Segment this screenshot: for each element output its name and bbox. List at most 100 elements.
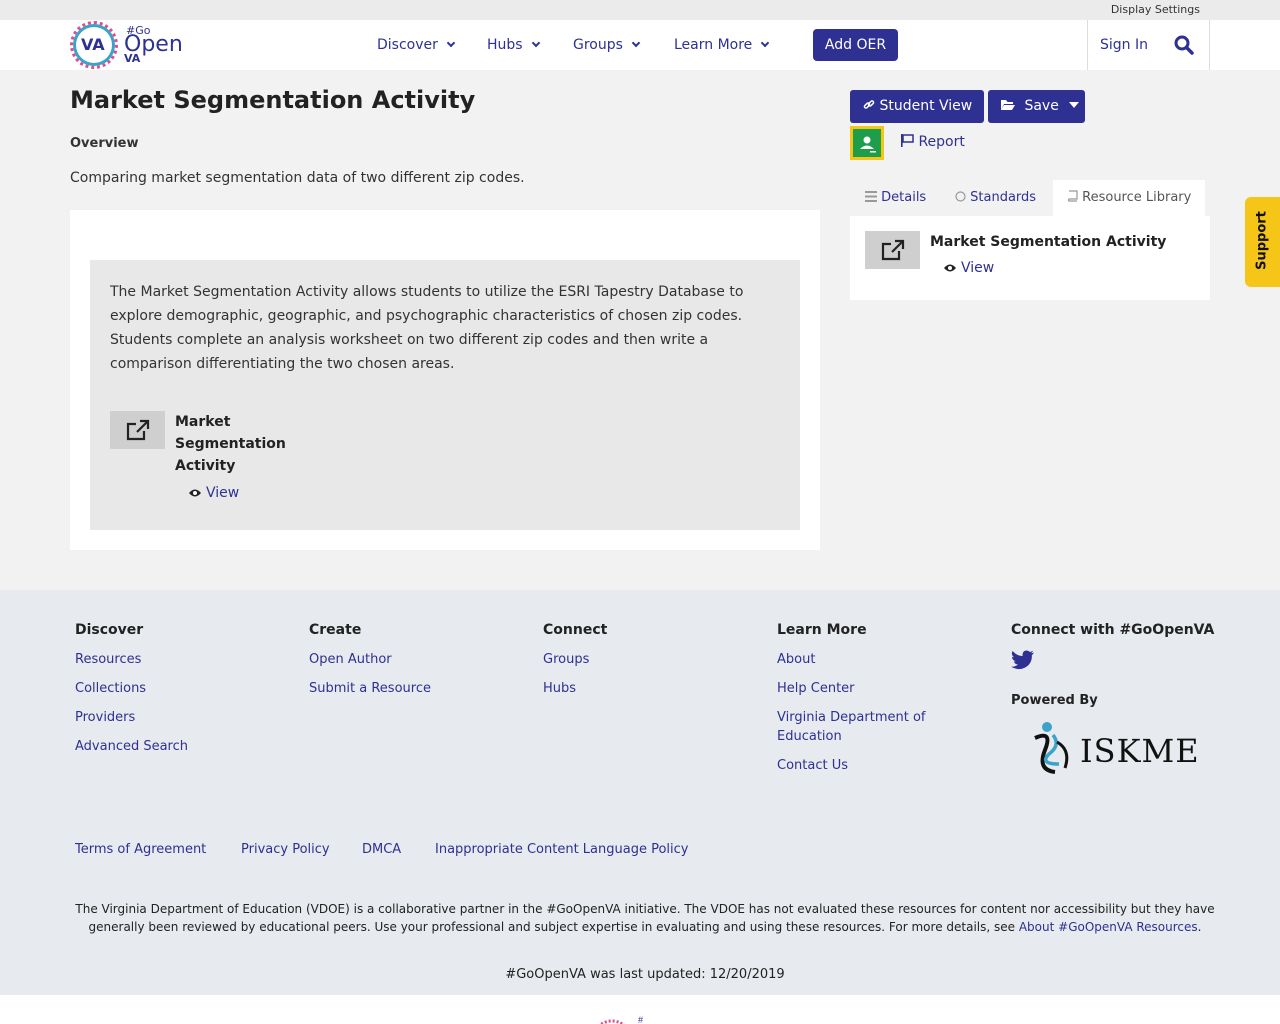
chevron-down-icon [446, 38, 456, 48]
external-link-button[interactable] [110, 411, 165, 449]
footer-col-discover: Discover Resources Collections Providers… [75, 622, 188, 766]
footer-heading: Learn More [777, 622, 867, 638]
resource-title[interactable]: Market Segmentation Activity [175, 411, 295, 477]
footer-logo-icon: # [598, 1015, 643, 1024]
footer-col-connect: Connect Groups Hubs [543, 622, 607, 708]
nav-learn-more[interactable]: Learn More [674, 37, 770, 53]
tab-standards[interactable]: Standards [955, 180, 1036, 216]
footer-link-submit-resource[interactable]: Submit a Resource [309, 679, 431, 698]
overview-text: Comparing market segmentation data of tw… [70, 170, 525, 186]
site-footer: Discover Resources Collections Providers… [0, 590, 1280, 995]
top-utility-bar: Display Settings [0, 0, 1280, 20]
legal-link-terms[interactable]: Terms of Agreement [75, 842, 206, 857]
tab-standards-label: Standards [970, 190, 1037, 205]
student-view-label: Student View [879, 98, 973, 114]
google-classroom-icon [853, 129, 881, 157]
resource-description-box: The Market Segmentation Activity allows … [90, 260, 800, 530]
resource-content-card: The Market Segmentation Activity allows … [70, 210, 820, 550]
about-resources-link[interactable]: About #GoOpenVA Resources [1019, 920, 1198, 934]
page-title: Market Segmentation Activity [70, 86, 476, 114]
tab-details-label: Details [881, 190, 927, 205]
view-link[interactable]: View [188, 485, 239, 501]
footer-heading: Connect [543, 622, 608, 638]
site-header: VA #Go Open VA Discover Hubs Groups Lear… [0, 20, 1280, 70]
vdoe-disclaimer: The Virginia Department of Education (VD… [75, 900, 1215, 936]
header-divider [1209, 20, 1210, 70]
logo-va-small-text: VA [124, 52, 141, 65]
resource-description: The Market Segmentation Activity allows … [110, 284, 744, 372]
list-icon [865, 191, 877, 202]
iskme-logo[interactable]: ISKME [1025, 720, 1200, 780]
nav-hubs[interactable]: Hubs [487, 37, 540, 53]
nav-discover-label: Discover [377, 37, 438, 53]
footer-link-contact-us[interactable]: Contact Us [777, 756, 947, 775]
nav-groups[interactable]: Groups [573, 37, 641, 53]
footer-col-social: Connect with #GoOpenVA [1011, 622, 1214, 674]
overview-heading: Overview [70, 136, 139, 151]
footer-link-hubs[interactable]: Hubs [543, 679, 607, 698]
student-view-button[interactable]: Student View [850, 90, 984, 123]
external-link-icon [126, 419, 150, 441]
header-divider [1087, 20, 1088, 70]
resource-title[interactable]: Market Segmentation Activity [930, 231, 1200, 253]
view-label: View [206, 485, 240, 501]
footer-link-resources[interactable]: Resources [75, 650, 188, 669]
save-label: Save [1024, 98, 1059, 114]
footer-link-vdoe[interactable]: Virginia Department of Education [777, 708, 947, 746]
nav-learn-more-label: Learn More [674, 37, 753, 53]
footer-link-open-author[interactable]: Open Author [309, 650, 431, 669]
report-link[interactable]: Report [900, 134, 965, 150]
support-tab[interactable]: Support [1245, 197, 1280, 287]
footer-heading: Connect with #GoOpenVA [1011, 622, 1215, 638]
footer-link-groups[interactable]: Groups [543, 650, 607, 669]
circle-icon [955, 191, 966, 202]
footer-link-providers[interactable]: Providers [75, 708, 188, 727]
legal-link-privacy[interactable]: Privacy Policy [241, 842, 330, 857]
flag-icon [901, 134, 914, 147]
link-icon [863, 100, 875, 109]
book-icon [1067, 190, 1078, 202]
sign-in-link[interactable]: Sign In [1100, 37, 1148, 53]
iskme-wordmark: ISKME [1080, 732, 1200, 770]
legal-link-dmca[interactable]: DMCA [362, 842, 401, 857]
tab-details[interactable]: Details [865, 180, 926, 216]
caret-down-icon [1069, 102, 1080, 108]
footer-link-advanced-search[interactable]: Advanced Search [75, 737, 188, 756]
twitter-icon[interactable] [1011, 650, 1035, 670]
footer-link-about[interactable]: About [777, 650, 947, 669]
chevron-down-icon [531, 38, 540, 48]
svg-text:#: # [638, 1015, 643, 1024]
chevron-down-icon [631, 38, 641, 48]
tab-resource-library-label: Resource Library [1082, 190, 1192, 205]
bottom-footer-strip: # [0, 995, 1280, 1024]
search-icon[interactable] [1174, 35, 1194, 55]
view-link[interactable]: View [943, 260, 994, 276]
resource-library-panel: Market Segmentation Activity View [850, 216, 1210, 300]
goopenva-logo[interactable]: VA #Go Open VA [70, 20, 183, 70]
footer-link-collections[interactable]: Collections [75, 679, 188, 698]
save-button[interactable]: Save [988, 90, 1085, 123]
chevron-down-icon [761, 38, 770, 48]
nav-hubs-label: Hubs [487, 37, 523, 53]
tab-resource-library[interactable]: Resource Library [1053, 180, 1205, 216]
powered-by-label: Powered By [1011, 693, 1098, 708]
view-label: View [961, 260, 995, 276]
eye-icon [189, 489, 201, 497]
footer-col-learn-more: Learn More About Help Center Virginia De… [777, 622, 947, 785]
logo-va-text: VA [81, 35, 105, 54]
footer-col-create: Create Open Author Submit a Resource [309, 622, 431, 708]
display-settings-link[interactable]: Display Settings [1111, 3, 1200, 16]
footer-link-help-center[interactable]: Help Center [777, 679, 947, 698]
footer-heading: Create [309, 622, 362, 638]
nav-discover[interactable]: Discover [377, 37, 456, 53]
footer-heading: Discover [75, 622, 144, 638]
support-label: Support [1254, 211, 1270, 270]
disclaimer-end: . [1197, 920, 1202, 934]
folder-open-icon [1001, 100, 1015, 110]
external-link-button[interactable] [865, 231, 920, 269]
legal-link-content-policy[interactable]: Inappropriate Content Language Policy [435, 842, 688, 857]
google-classroom-button[interactable] [850, 126, 884, 160]
last-updated-text: #GoOpenVA was last updated: 12/20/2019 [505, 967, 785, 982]
add-oer-button[interactable]: Add OER [813, 29, 898, 61]
nav-groups-label: Groups [573, 37, 623, 53]
